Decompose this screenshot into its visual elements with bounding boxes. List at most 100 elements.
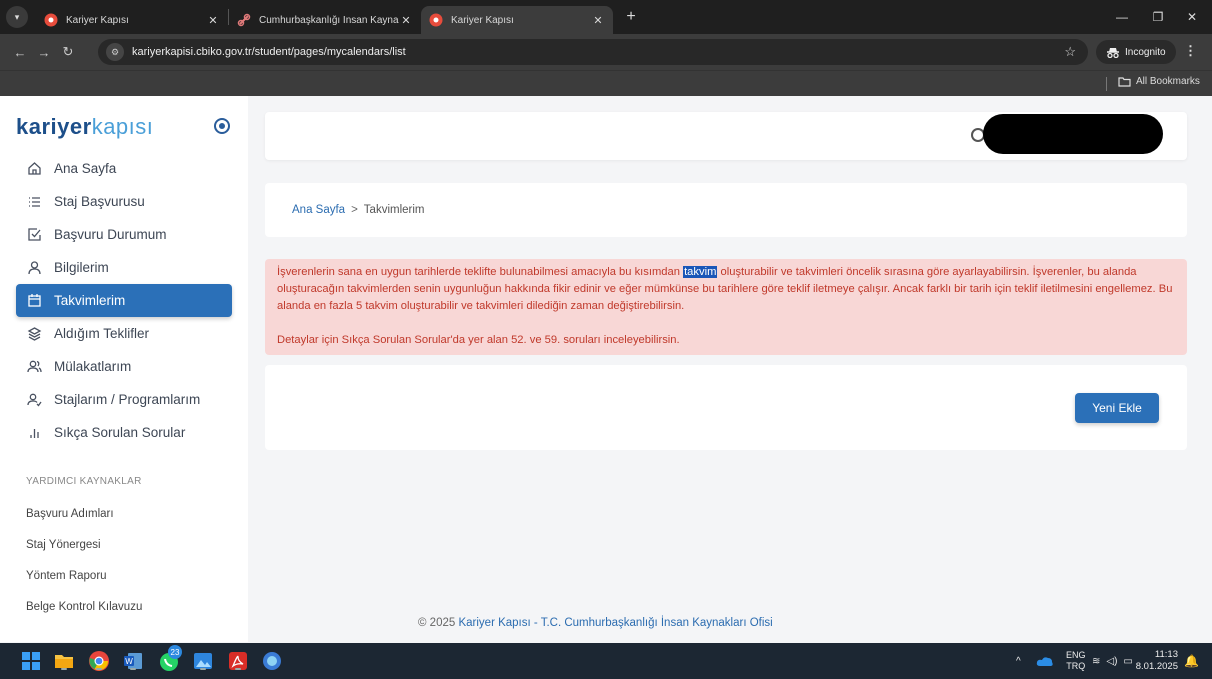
new-tab-button[interactable]: + bbox=[621, 8, 641, 26]
sidebar-item-label: Bilgilerim bbox=[54, 260, 109, 275]
footer-copyright: © 2025 bbox=[418, 617, 456, 629]
calendar-icon bbox=[26, 293, 42, 309]
acrobat-icon[interactable] bbox=[227, 650, 249, 672]
running-indicator bbox=[130, 668, 136, 670]
browser-tab-1[interactable]: Kariyer Kapısı ✕ bbox=[36, 6, 228, 34]
sidebar-item-basvuru-durumum[interactable]: Başvuru Durumum bbox=[16, 218, 232, 251]
bar-chart-icon bbox=[26, 425, 42, 441]
list-icon bbox=[26, 194, 42, 210]
breadcrumb-card: Ana Sayfa > Takvimlerim bbox=[265, 183, 1187, 237]
all-bookmarks-button[interactable]: All Bookmarks bbox=[1118, 76, 1200, 87]
sidebar-item-ana-sayfa[interactable]: Ana Sayfa bbox=[16, 152, 232, 185]
sidebar-item-staj-basvurusu[interactable]: Staj Başvurusu bbox=[16, 185, 232, 218]
language-indicator[interactable]: ENG TRQ bbox=[1066, 643, 1086, 679]
windows-taskbar: W 23 ^ ENG TRQ ≋ ◁) ▭ 11:13 8.01.2025 🔔 bbox=[0, 643, 1212, 679]
bookmarks-separator bbox=[1106, 77, 1107, 91]
add-new-button[interactable]: Yeni Ekle bbox=[1075, 393, 1159, 423]
volume-icon: ◁) bbox=[1106, 655, 1118, 667]
tab-close-icon[interactable]: ✕ bbox=[591, 14, 605, 27]
browser-tab-2[interactable]: Cumhurbaşkanlığı İnsan Kaynakl ✕ bbox=[229, 6, 421, 34]
sidebar-item-label: Mülakatlarım bbox=[54, 359, 132, 374]
address-bar[interactable]: ⚙ kariyerkapisi.cbiko.gov.tr/student/pag… bbox=[98, 39, 1088, 65]
sidebar-item-stajlarim[interactable]: Stajlarım / Programlarım bbox=[16, 383, 232, 416]
highlighted-word: takvim bbox=[683, 266, 718, 278]
sidebar-item-label: Takvimlerim bbox=[54, 293, 126, 308]
section-title-yardimci-kaynaklar: YARDIMCI KAYNAKLAR bbox=[26, 476, 142, 487]
sidebar-item-sss[interactable]: Sıkça Sorulan Sorular bbox=[16, 416, 232, 449]
resource-link-staj-yonergesi[interactable]: Staj Yönergesi bbox=[26, 539, 101, 551]
incognito-badge[interactable]: Incognito bbox=[1096, 40, 1176, 64]
svg-text:W: W bbox=[125, 657, 133, 666]
file-explorer-icon[interactable] bbox=[53, 650, 75, 672]
all-bookmarks-label: All Bookmarks bbox=[1136, 76, 1200, 87]
running-indicator bbox=[96, 668, 102, 670]
resource-link-belge-kontrol-kilavuzu[interactable]: Belge Kontrol Kılavuzu bbox=[26, 601, 142, 613]
resource-link-yontem-raporu[interactable]: Yöntem Raporu bbox=[26, 570, 107, 582]
tab-close-icon[interactable]: ✕ bbox=[399, 14, 413, 27]
sidebar: kariyerkapısı Ana Sayfa Staj Başvurusu B… bbox=[0, 96, 248, 642]
tab-close-icon[interactable]: ✕ bbox=[206, 14, 220, 27]
windows-start-icon[interactable] bbox=[20, 650, 42, 672]
clock-time: 11:13 bbox=[1154, 649, 1178, 660]
site-settings-icon[interactable]: ⚙ bbox=[106, 43, 124, 61]
minimize-button[interactable]: — bbox=[1104, 0, 1140, 34]
breadcrumb-home-link[interactable]: Ana Sayfa bbox=[292, 204, 345, 216]
top-header-card bbox=[265, 112, 1187, 160]
app-icon[interactable] bbox=[261, 650, 283, 672]
sidebar-item-label: Aldığım Teklifler bbox=[54, 326, 150, 341]
kariyer-favicon bbox=[44, 13, 58, 27]
onedrive-icon[interactable] bbox=[1036, 643, 1054, 679]
sidebar-item-aldigim-teklifler[interactable]: Aldığım Teklifler bbox=[16, 317, 232, 350]
system-status-group[interactable]: ≋ ◁) ▭ bbox=[1092, 643, 1133, 679]
sidebar-item-mulakatlarim[interactable]: Mülakatlarım bbox=[16, 350, 232, 383]
resource-link-basvuru-adimlari[interactable]: Başvuru Adımları bbox=[26, 508, 114, 520]
breadcrumb-current: Takvimlerim bbox=[363, 204, 425, 216]
breadcrumb-separator: > bbox=[351, 204, 358, 216]
sidebar-item-takvimlerim[interactable]: Takvimlerim bbox=[16, 284, 232, 317]
wifi-icon: ≋ bbox=[1092, 655, 1101, 667]
photos-icon[interactable] bbox=[192, 650, 214, 672]
notification-bell-icon[interactable]: 🔔 bbox=[1184, 643, 1199, 679]
sidebar-item-label: Başvuru Durumum bbox=[54, 227, 167, 242]
reload-icon[interactable]: ↻ bbox=[56, 44, 80, 60]
sidebar-item-label: Staj Başvurusu bbox=[54, 194, 145, 209]
forward-icon[interactable]: → bbox=[32, 45, 56, 60]
sidebar-item-label: Sıkça Sorulan Sorular bbox=[54, 425, 186, 440]
sidebar-item-bilgilerim[interactable]: Bilgilerim bbox=[16, 251, 232, 284]
close-window-button[interactable]: ✕ bbox=[1174, 0, 1210, 34]
tab-search-icon[interactable]: ▾ bbox=[6, 6, 28, 28]
language-bottom: TRQ bbox=[1066, 661, 1086, 671]
url-text: kariyerkapisi.cbiko.gov.tr/student/pages… bbox=[132, 46, 406, 58]
back-icon[interactable]: ← bbox=[8, 45, 32, 60]
page-footer: © 2025 Kariyer Kapısı - T.C. Cumhurbaşka… bbox=[418, 617, 773, 629]
alert-paragraph-1: İşverenlerin sana en uygun tarihlerde te… bbox=[277, 266, 1173, 312]
tray-overflow-icon[interactable]: ^ bbox=[1016, 643, 1021, 679]
language-top: ENG bbox=[1066, 650, 1086, 660]
chrome-icon[interactable] bbox=[88, 650, 110, 672]
sidebar-item-label: Ana Sayfa bbox=[54, 161, 117, 176]
folder-icon bbox=[1118, 77, 1131, 87]
more-menu-icon[interactable]: ⋮ bbox=[1184, 43, 1197, 59]
link-favicon bbox=[237, 13, 251, 27]
kariyer-kapisi-logo[interactable]: kariyerkapısı bbox=[16, 114, 153, 140]
clock[interactable]: 11:13 8.01.2025 bbox=[1136, 643, 1178, 679]
redacted-user-name bbox=[983, 114, 1163, 154]
running-indicator bbox=[235, 668, 241, 670]
home-icon bbox=[26, 161, 42, 177]
sidebar-toggle-icon[interactable] bbox=[214, 118, 230, 134]
footer-link[interactable]: Kariyer Kapısı - T.C. Cumhurbaşkanlığı İ… bbox=[458, 617, 772, 629]
tab-label: Cumhurbaşkanlığı İnsan Kaynakl bbox=[259, 14, 399, 26]
word-icon[interactable]: W bbox=[122, 650, 144, 672]
users-icon bbox=[26, 359, 42, 375]
layers-icon bbox=[26, 326, 42, 342]
bookmarks-bar: All Bookmarks bbox=[0, 70, 1212, 96]
browser-tab-3-active[interactable]: Kariyer Kapısı ✕ bbox=[421, 6, 613, 34]
user-icon bbox=[26, 260, 42, 276]
tab-label: Kariyer Kapısı bbox=[66, 14, 129, 26]
kariyer-favicon bbox=[429, 13, 443, 27]
restore-button[interactable]: ❐ bbox=[1140, 0, 1176, 34]
clock-date: 8.01.2025 bbox=[1135, 661, 1178, 672]
calendar-actions-card: Yeni Ekle bbox=[265, 365, 1187, 450]
bookmark-star-icon[interactable]: ☆ bbox=[1064, 44, 1076, 60]
browser-tab-bar: ▾ Kariyer Kapısı ✕ Cumhurbaşkanlığı İnsa… bbox=[0, 0, 1212, 34]
